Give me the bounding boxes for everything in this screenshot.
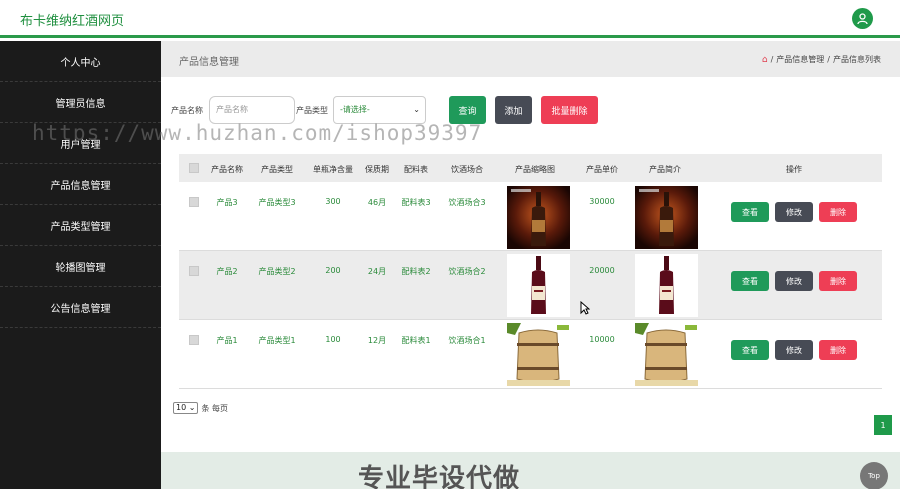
sidebar-item-product-type[interactable]: 产品类型管理 <box>0 205 161 246</box>
product-type-label: 产品类型 <box>296 106 328 115</box>
col-header: 产品类型 <box>261 165 293 174</box>
cell-shelf-life: 12月 <box>367 336 387 345</box>
sidebar: 个人中心 管理员信息 用户管理 产品信息管理 产品类型管理 轮播图管理 公告信息… <box>0 41 161 489</box>
delete-button[interactable]: 删除 <box>819 202 857 222</box>
col-header: 操作 <box>786 165 802 174</box>
col-header: 产品名称 <box>211 165 243 174</box>
cell-type: 产品类型3 <box>258 198 296 207</box>
col-header: 单瓶净含量 <box>313 165 353 174</box>
cell-ingredients: 配料表2 <box>401 267 431 276</box>
table-row: 产品1 产品类型1 100 12月 配料表1 饮酒场合1 10000 查看 修改… <box>179 320 882 389</box>
pagination-size: 10 ⌄ 条 每页 <box>173 402 228 414</box>
search-form: 产品名称 产品名称 产品类型 -请选择- ⌄ 查询 添加 批量删除 <box>171 96 891 126</box>
cell-occasion: 饮酒场合2 <box>448 267 486 276</box>
col-header: 产品单价 <box>586 165 618 174</box>
edit-button[interactable]: 修改 <box>775 340 813 360</box>
select-all-checkbox[interactable] <box>189 163 199 173</box>
product-type-select[interactable]: -请选择- ⌄ <box>333 96 426 124</box>
cell-occasion: 饮酒场合1 <box>448 336 486 345</box>
cell-name: 产品2 <box>216 267 238 276</box>
cell-ingredients: 配料表1 <box>401 336 431 345</box>
view-button[interactable]: 查看 <box>731 202 769 222</box>
row-checkbox[interactable] <box>189 335 199 345</box>
product-intro-image <box>635 254 698 317</box>
page-title: 产品信息管理 <box>179 57 239 68</box>
cell-price: 20000 <box>589 266 615 275</box>
cell-name: 产品1 <box>216 336 238 345</box>
cell-type: 产品类型2 <box>258 267 296 276</box>
promo-overlay-text: 专业毕设代做 <box>358 464 521 489</box>
product-intro-image <box>635 323 698 386</box>
col-header: 保质期 <box>365 165 389 174</box>
breadcrumb: ⌂ / 产品信息管理 / 产品信息列表 <box>761 54 881 65</box>
cell-occasion: 饮酒场合3 <box>448 198 486 207</box>
cell-price: 30000 <box>589 197 615 206</box>
sidebar-item-product-info[interactable]: 产品信息管理 <box>0 164 161 205</box>
chevron-down-icon: ⌄ <box>413 105 420 114</box>
product-thumbnail <box>507 323 570 386</box>
table-row: 产品3 产品类型3 300 46月 配料表3 饮酒场合3 30000 查看 修改… <box>179 182 882 251</box>
top-bar: 布卡维纳红酒网页 <box>0 0 900 38</box>
cell-shelf-life: 46月 <box>367 198 387 207</box>
sidebar-item-announcement[interactable]: 公告信息管理 <box>0 287 161 328</box>
row-checkbox[interactable] <box>189 266 199 276</box>
cell-price: 10000 <box>589 335 615 344</box>
product-name-label: 产品名称 <box>171 106 203 115</box>
brand-title[interactable]: 布卡维纳红酒网页 <box>20 10 124 29</box>
batch-delete-button[interactable]: 批量删除 <box>541 96 598 124</box>
title-bar: 产品信息管理 ⌂ / 产品信息管理 / 产品信息列表 <box>161 41 900 77</box>
page-size-select[interactable]: 10 ⌄ <box>173 402 199 414</box>
product-table: 产品名称 产品类型 单瓶净含量 保质期 配料表 饮酒场合 产品缩略图 产品单价 … <box>179 154 882 389</box>
view-button[interactable]: 查看 <box>731 340 769 360</box>
cell-shelf-life: 24月 <box>367 267 387 276</box>
product-thumbnail <box>507 254 570 317</box>
view-button[interactable]: 查看 <box>731 271 769 291</box>
sidebar-item-personal-center[interactable]: 个人中心 <box>0 41 161 82</box>
cell-volume: 200 <box>325 266 341 275</box>
table-row: 产品2 产品类型2 200 24月 配料表2 饮酒场合2 20000 查看 修改… <box>179 251 882 320</box>
product-thumbnail <box>507 186 570 249</box>
cell-name: 产品3 <box>216 198 238 207</box>
breadcrumb-item: 产品信息列表 <box>833 55 881 64</box>
edit-button[interactable]: 修改 <box>775 271 813 291</box>
breadcrumb-item[interactable]: 产品信息管理 <box>776 54 824 65</box>
user-icon[interactable] <box>852 8 873 29</box>
col-header: 产品简介 <box>649 165 681 174</box>
main-content: 产品信息管理 ⌂ / 产品信息管理 / 产品信息列表 产品名称 产品名称 产品类… <box>161 41 900 489</box>
cell-type: 产品类型1 <box>258 336 296 345</box>
query-button[interactable]: 查询 <box>449 96 486 124</box>
sidebar-item-user-management[interactable]: 用户管理 <box>0 123 161 164</box>
col-header: 产品缩略图 <box>515 165 555 174</box>
col-header: 配料表 <box>404 165 428 174</box>
mouse-cursor-icon <box>580 300 591 318</box>
edit-button[interactable]: 修改 <box>775 202 813 222</box>
sidebar-item-admin-info[interactable]: 管理员信息 <box>0 82 161 123</box>
add-button[interactable]: 添加 <box>495 96 532 124</box>
footer-band: 专业毕设代做 Top <box>161 452 900 489</box>
home-icon[interactable]: ⌂ <box>762 55 768 65</box>
cell-volume: 100 <box>325 335 341 344</box>
table-header: 产品名称 产品类型 单瓶净含量 保质期 配料表 饮酒场合 产品缩略图 产品单价 … <box>179 154 882 182</box>
col-header: 饮酒场合 <box>451 165 483 174</box>
back-to-top-button[interactable]: Top <box>860 462 888 489</box>
product-name-input[interactable]: 产品名称 <box>209 96 295 124</box>
delete-button[interactable]: 删除 <box>819 271 857 291</box>
delete-button[interactable]: 删除 <box>819 340 857 360</box>
page-number-button[interactable]: 1 <box>874 415 892 435</box>
per-page-label: 条 每页 <box>201 403 228 413</box>
row-checkbox[interactable] <box>189 197 199 207</box>
cell-volume: 300 <box>325 197 341 206</box>
cell-ingredients: 配料表3 <box>401 198 431 207</box>
product-intro-image <box>635 186 698 249</box>
sidebar-item-carousel[interactable]: 轮播图管理 <box>0 246 161 287</box>
